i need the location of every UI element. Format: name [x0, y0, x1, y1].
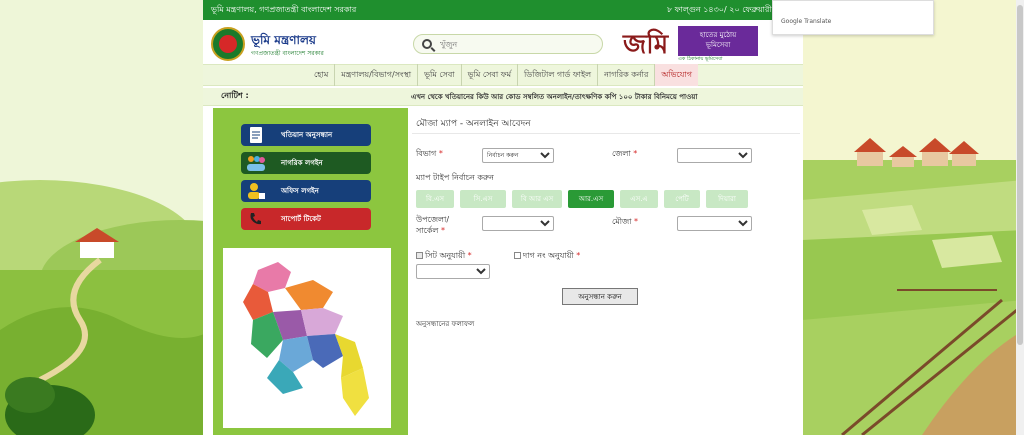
user-lock-icon: [245, 181, 267, 201]
search-input[interactable]: [440, 39, 590, 49]
district-label: জেলা *: [612, 149, 638, 158]
map-type-peti[interactable]: পেটি: [664, 190, 700, 208]
nav-item-home[interactable]: হোম: [308, 64, 336, 86]
brand-subtitle: গণপ্রজাতন্ত্রী বাংলাদেশ সরকার: [251, 50, 324, 57]
sidebar-item-khatian-search[interactable]: খতিয়ান অনুসন্ধান: [241, 124, 371, 146]
jomi-banner[interactable]: হাতের মুঠোয় ভূমিসেবা: [678, 26, 758, 56]
mouza-label-text: মৌজা: [612, 217, 632, 226]
map-type-cs[interactable]: সি.এস: [460, 190, 506, 208]
dag-checkbox[interactable]: দাগ নং অনুযায়ী *: [514, 250, 580, 263]
search-icon[interactable]: [422, 39, 432, 49]
division-select[interactable]: নির্বাচন করুন: [482, 148, 554, 163]
google-translate-popup[interactable]: Google Translate: [772, 0, 934, 35]
sidebar-item-support-ticket[interactable]: সাপোর্ট টিকেট: [241, 208, 371, 230]
users-icon: [245, 153, 267, 173]
scrollbar[interactable]: [1016, 0, 1024, 435]
background-right-landscape: [802, 0, 1024, 435]
division-label: বিভাগ *: [416, 149, 443, 158]
nav-item-land-service[interactable]: ভূমি সেবা: [418, 64, 462, 86]
jomi-logo[interactable]: জমি: [623, 24, 668, 68]
search-button[interactable]: অনুসন্ধান করুন: [562, 288, 638, 305]
sidebar-item-label: নাগরিক লগইন: [281, 159, 323, 167]
map-type-brs[interactable]: বি আর এস: [512, 190, 562, 208]
jomi-banner-line2: ভূমিসেবা: [705, 41, 731, 49]
map-type-bs[interactable]: বি.এস: [416, 190, 454, 208]
district-select[interactable]: [677, 148, 752, 163]
checkbox-checked[interactable]: [416, 252, 423, 259]
phone-icon: [245, 209, 267, 229]
sheet-checkbox[interactable]: সিট অনুযায়ী *: [416, 250, 472, 263]
top-bar: ভূমি মন্ত্রণালয়, গণপ্রজাতন্ত্রী বাংলাদে…: [203, 0, 803, 20]
jomi-banner-line1: হাতের মুঠোয়: [699, 31, 737, 39]
notice-text[interactable]: এখন থেকে খতিয়ানের কিউ আর কোড সম্বলিত অন…: [411, 91, 697, 103]
upazila-select[interactable]: [482, 216, 554, 231]
sidebar-item-office-login[interactable]: অফিস লগইন: [241, 180, 371, 202]
sheet-label-text: সিট অনুযায়ী: [425, 251, 466, 260]
jomi-tagline: এক ঠিকানায় ভূমিসেবা: [678, 56, 723, 62]
header: ভূমি মন্ত্রণালয় গণপ্রজাতন্ত্রী বাংলাদেশ…: [203, 20, 803, 64]
upazila-label: উপজেলা/ সার্কেল *: [416, 215, 450, 235]
sidebar-item-citizen-login[interactable]: নাগরিক লগইন: [241, 152, 371, 174]
nav-item-service-form[interactable]: ভূমি সেবা ফর্ম: [462, 64, 519, 86]
ministry-gov-label: ভূমি মন্ত্রণালয়, গণপ্রজাতন্ত্রী বাংলাদে…: [211, 4, 357, 14]
background-left-landscape: [0, 0, 212, 435]
mouza-select[interactable]: [677, 216, 752, 231]
page-title: মৌজা ম্যাপ - অনলাইন আবেদন: [412, 116, 800, 134]
search-box[interactable]: [413, 34, 603, 54]
map-type-label: ম্যাপ টাইপ নির্বাচন করুন: [416, 173, 494, 182]
sidebar-item-label: সাপোর্ট টিকেট: [281, 215, 321, 223]
notice-label: নোটিশ :: [221, 91, 249, 100]
upazila-label-text: উপজেলা/: [416, 215, 450, 224]
division-label-text: বিভাগ: [416, 149, 437, 158]
sidebar: খতিয়ান অনুসন্ধান নাগরিক লগইন অফিস লগইন …: [213, 108, 408, 435]
circle-label-text: সার্কেল: [416, 226, 439, 235]
map-type-diara[interactable]: দিয়ারা: [706, 190, 748, 208]
notice-bar: নোটিশ : এখন থেকে খতিয়ানের কিউ আর কোড সম…: [203, 88, 803, 106]
main-nav: হোম মন্ত্রণালয়/বিভাগ/সংস্থা ভূমি সেবা ভ…: [203, 64, 803, 86]
sidebar-item-label: খতিয়ান অনুসন্ধান: [281, 131, 333, 139]
dag-label-text: দাগ নং অনুযায়ী: [523, 251, 574, 260]
district-label-text: জেলা: [612, 149, 631, 158]
sheet-select[interactable]: [416, 264, 490, 279]
scrollbar-thumb[interactable]: [1017, 5, 1023, 345]
main-content: মৌজা ম্যাপ - অনলাইন আবেদন বিভাগ * নির্বা…: [412, 108, 800, 435]
document-icon: [245, 125, 267, 145]
bangladesh-map-image[interactable]: [223, 248, 391, 428]
gov-logo-icon[interactable]: [211, 27, 245, 61]
results-label: অনুসন্ধানের ফলাফল: [416, 320, 475, 328]
map-type-sa[interactable]: এস.এ: [620, 190, 658, 208]
google-translate-label: Google Translate: [781, 18, 832, 25]
nav-item-digital-guard-file[interactable]: ডিজিটাল গার্ড ফাইল: [518, 64, 599, 86]
checkbox-unchecked[interactable]: [514, 252, 521, 259]
mouza-label: মৌজা *: [612, 217, 639, 226]
map-type-rs[interactable]: আর.এস: [568, 190, 614, 208]
sidebar-item-label: অফিস লগইন: [281, 187, 319, 195]
nav-item-ministry[interactable]: মন্ত্রণালয়/বিভাগ/সংস্থা: [335, 64, 419, 86]
